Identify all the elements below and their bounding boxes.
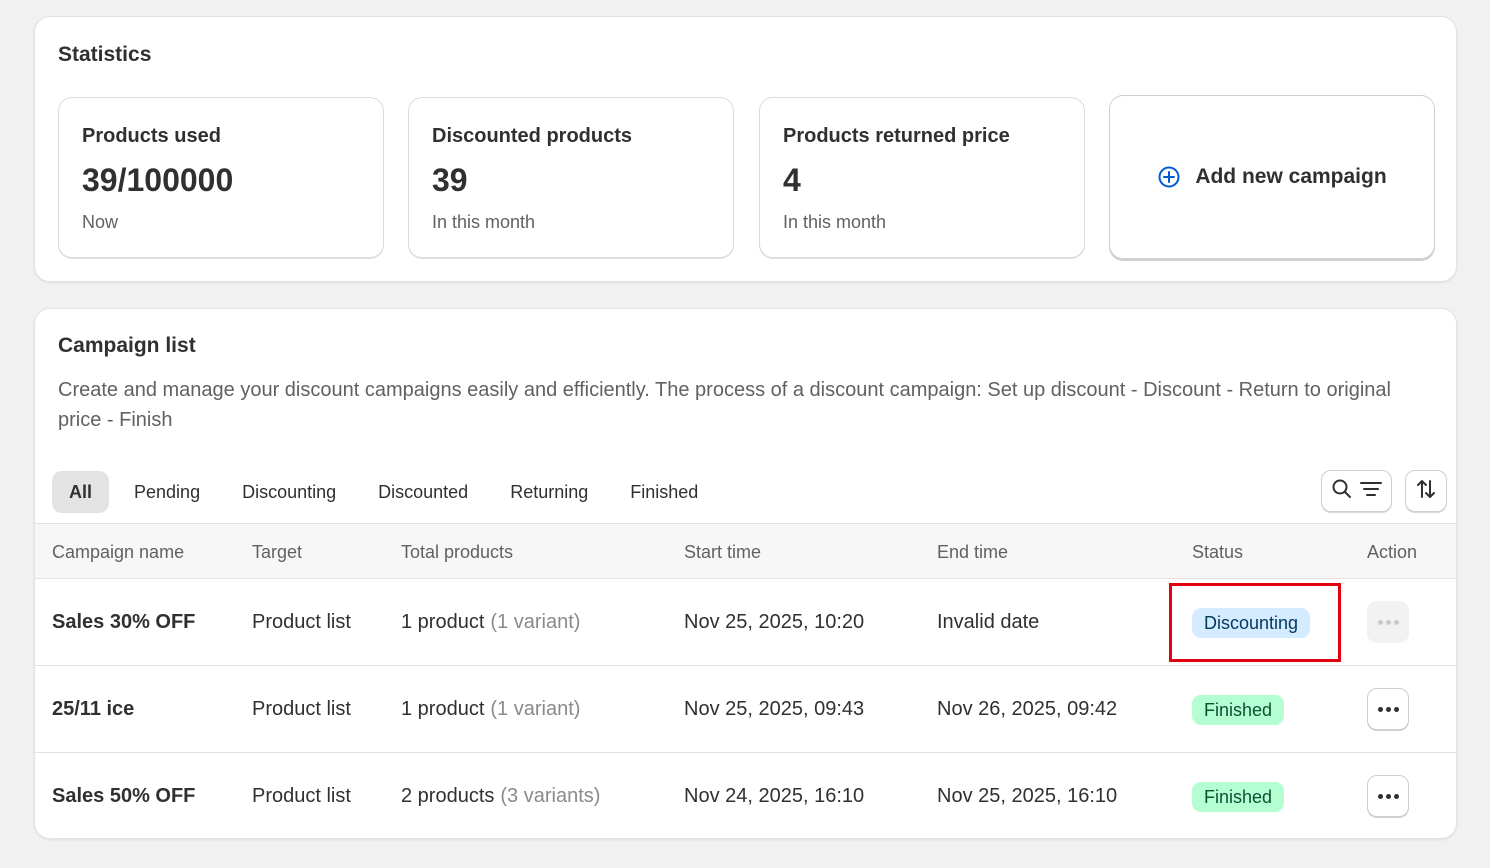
- stat-value: 39: [432, 162, 468, 198]
- campaign-end-time: Invalid date: [937, 611, 1040, 633]
- discounted-products-card: Discounted products 39 In this month: [408, 97, 734, 258]
- column-status: Status: [1192, 542, 1244, 562]
- status-badge: Finished: [1192, 695, 1285, 725]
- action-menu-button[interactable]: [1367, 775, 1409, 817]
- tab-pending[interactable]: Pending: [117, 471, 217, 513]
- campaign-products: 2 products (3 variants): [401, 753, 601, 838]
- sort-button[interactable]: [1405, 470, 1447, 512]
- campaign-start-time: Nov 25, 2025, 10:20: [684, 611, 865, 633]
- add-new-campaign-button[interactable]: Add new campaign: [1109, 95, 1435, 259]
- action-menu-button[interactable]: [1367, 688, 1409, 730]
- sort-icon: [1414, 477, 1438, 506]
- status-badge: Discounting: [1192, 608, 1311, 638]
- campaign-list-card: Campaign list Create and manage your dis…: [34, 308, 1457, 839]
- variants-count: (3 variants): [500, 785, 601, 807]
- campaign-end-time: Nov 25, 2025, 16:10: [937, 785, 1118, 807]
- campaign-start-time: Nov 25, 2025, 09:43: [684, 698, 865, 720]
- table-row[interactable]: Sales 50% OFF Product list 2 products (3 …: [35, 753, 1456, 838]
- campaign-table: Campaign name Target Total products Star…: [35, 523, 1456, 838]
- campaign-name: 25/11 ice: [52, 698, 135, 720]
- stat-label: Products returned price: [783, 125, 1010, 147]
- products-count: 1 product: [401, 611, 485, 633]
- products-used-card: Products used 39/100000 Now: [58, 97, 384, 258]
- tab-finished[interactable]: Finished: [613, 471, 715, 513]
- tab-discounting[interactable]: Discounting: [225, 471, 353, 513]
- variants-count: (1 variant): [490, 698, 581, 720]
- stat-label: Products used: [82, 125, 221, 147]
- campaign-name: Sales 50% OFF: [52, 785, 196, 807]
- campaign-list-description: Create and manage your discount campaign…: [58, 379, 1391, 431]
- campaign-target: Product list: [252, 611, 351, 633]
- statistics-title: Statistics: [58, 43, 152, 66]
- stat-sub: Now: [82, 212, 119, 232]
- variants-count: (1 variant): [490, 611, 581, 633]
- campaign-name: Sales 30% OFF: [52, 611, 196, 633]
- more-horizontal-icon: [1377, 793, 1399, 799]
- products-returned-price-card: Products returned price 4 In this month: [759, 97, 1085, 258]
- search-icon: [1331, 478, 1353, 505]
- column-action: Action: [1367, 542, 1418, 562]
- campaign-target: Product list: [252, 785, 351, 807]
- campaign-target: Product list: [252, 698, 351, 720]
- table-header: Campaign name Target Total products Star…: [35, 523, 1456, 579]
- stat-sub: In this month: [783, 212, 887, 232]
- products-count: 1 product: [401, 698, 485, 720]
- stat-value: 4: [783, 162, 801, 198]
- add-new-campaign-label: Add new campaign: [1195, 165, 1387, 188]
- column-end-time: End time: [937, 542, 1009, 562]
- column-total-products: Total products: [401, 542, 514, 562]
- stat-value: 39/100000: [82, 162, 234, 198]
- action-menu-button[interactable]: [1367, 601, 1409, 643]
- more-horizontal-icon: [1377, 619, 1399, 625]
- column-start-time: Start time: [684, 542, 762, 562]
- plus-circle-icon: [1157, 165, 1181, 189]
- status-tabs: All Pending Discounting Discounted Retur…: [52, 471, 723, 513]
- campaign-products: 1 product (1 variant): [401, 579, 580, 666]
- more-horizontal-icon: [1377, 706, 1399, 712]
- campaign-end-time: Nov 26, 2025, 09:42: [937, 698, 1118, 720]
- campaign-list-title: Campaign list: [58, 334, 196, 357]
- campaign-start-time: Nov 24, 2025, 16:10: [684, 785, 865, 807]
- column-campaign-name: Campaign name: [52, 542, 185, 562]
- campaign-products: 1 product (1 variant): [401, 666, 580, 753]
- tab-discounted[interactable]: Discounted: [361, 471, 485, 513]
- status-badge: Finished: [1192, 782, 1285, 812]
- search-filter-button[interactable]: [1321, 470, 1392, 512]
- tab-returning[interactable]: Returning: [493, 471, 605, 513]
- tab-all[interactable]: All: [52, 471, 110, 513]
- products-count: 2 products: [401, 785, 495, 807]
- filter-icon: [1359, 478, 1383, 505]
- stat-sub: In this month: [432, 212, 536, 232]
- table-row[interactable]: 25/11 ice Product list 1 product (1 varia…: [35, 666, 1456, 753]
- table-row[interactable]: Sales 30% OFF Product list 1 product (1 v…: [35, 579, 1456, 666]
- column-target: Target: [252, 542, 303, 562]
- stat-label: Discounted products: [432, 125, 633, 147]
- statistics-card: Statistics Products used 39/100000 Now D…: [34, 16, 1457, 282]
